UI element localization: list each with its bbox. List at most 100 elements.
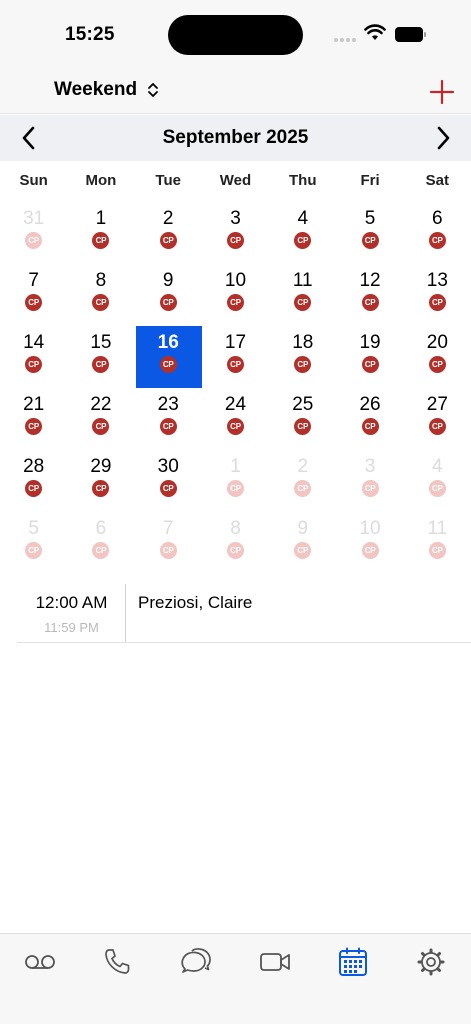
calendar-day[interactable]: 6 CP — [67, 512, 134, 574]
calendar-day[interactable]: 9 CP — [135, 264, 202, 326]
day-number: 31 — [23, 208, 45, 229]
tab-settings[interactable] — [414, 946, 448, 978]
chevron-up-down-icon — [148, 83, 158, 97]
calendar-day[interactable]: 9 CP — [269, 512, 336, 574]
weekday-label: Thu — [289, 172, 317, 189]
calendar-day[interactable]: 5 CP — [336, 202, 403, 264]
weekday-label: Sun — [19, 172, 48, 189]
calendar-day[interactable]: 10 CP — [202, 264, 269, 326]
event-badge: CP — [92, 294, 110, 311]
calendar-day[interactable]: 6 CP — [404, 202, 471, 264]
event-badge: CP — [25, 356, 43, 373]
calendar-day[interactable]: 11 CP — [269, 264, 336, 326]
calendar-day[interactable]: 20 CP — [404, 326, 471, 388]
event-title: Preziosi, Claire — [138, 593, 253, 612]
calendar-day[interactable]: 21 CP — [0, 388, 67, 450]
calendar-day[interactable]: 11 CP — [404, 512, 471, 574]
cellular-signal-icon — [334, 38, 356, 42]
calendar-day[interactable]: 19 CP — [336, 326, 403, 388]
view-mode-selector[interactable]: Weekend — [54, 79, 159, 101]
calendar-day[interactable]: 3 CP — [202, 202, 269, 264]
event-badge: CP — [25, 418, 43, 435]
event-badge: CP — [294, 232, 312, 249]
calendar-day[interactable]: 13 CP — [404, 264, 471, 326]
dynamic-island — [168, 15, 303, 55]
calendar-day[interactable]: 29 CP — [67, 450, 134, 512]
day-number: 16 — [157, 332, 179, 353]
day-number: 24 — [224, 394, 247, 415]
calendar-day[interactable]: 1 CP — [202, 450, 269, 512]
settings-icon — [417, 948, 445, 976]
calendar-day[interactable]: 4 CP — [404, 450, 471, 512]
event-divider — [125, 584, 126, 642]
calendar-day[interactable]: 22 CP — [67, 388, 134, 450]
tab-messages[interactable] — [179, 946, 213, 978]
day-number: 22 — [90, 394, 112, 415]
tab-voicemail[interactable] — [23, 946, 57, 978]
event-badge: CP — [159, 356, 177, 373]
calendar-day[interactable]: 17 CP — [202, 326, 269, 388]
event-end-time: 11:59 PM — [44, 620, 99, 635]
status-time: 15:25 — [65, 24, 115, 45]
next-month-button[interactable] — [430, 125, 456, 151]
calendar-day[interactable]: 8 CP — [67, 264, 134, 326]
calendar-day[interactable]: 8 CP — [202, 512, 269, 574]
event-start-time: 12:00 AM — [35, 593, 108, 612]
calendar-day[interactable]: 26 CP — [336, 388, 403, 450]
calendar-day[interactable]: 2 CP — [269, 450, 336, 512]
month-title: September 2025 — [162, 127, 309, 148]
calendar-day[interactable]: 2 CP — [135, 202, 202, 264]
calendar-day[interactable]: 3 CP — [336, 450, 403, 512]
event-badge: CP — [159, 480, 177, 497]
calendar-day[interactable]: 12 CP — [336, 264, 403, 326]
tab-bar — [0, 933, 471, 1024]
calendar-day[interactable]: 30 CP — [135, 450, 202, 512]
video-icon — [260, 953, 290, 971]
calendar-day-selected[interactable]: 16 CP — [135, 326, 202, 388]
calendar-day[interactable]: 28 CP — [0, 450, 67, 512]
calendar-day[interactable]: 7 CP — [135, 512, 202, 574]
calendar-day[interactable]: 23 CP — [135, 388, 202, 450]
day-number: 23 — [157, 394, 179, 415]
calendar-day[interactable]: 4 CP — [269, 202, 336, 264]
tab-video[interactable] — [258, 946, 292, 978]
calendar-day[interactable]: 1 CP — [67, 202, 134, 264]
calendar-day[interactable]: 10 CP — [336, 512, 403, 574]
event-badge: CP — [92, 542, 110, 559]
calendar-day[interactable]: 31 CP — [0, 202, 67, 264]
calendar-day[interactable]: 24 CP — [202, 388, 269, 450]
day-number: 10 — [224, 270, 247, 291]
event-row[interactable]: 12:00 AM 11:59 PM Preziosi, Claire — [17, 584, 471, 643]
event-badge: CP — [361, 294, 379, 311]
day-number: 11 — [292, 270, 313, 291]
day-number: 4 — [432, 456, 443, 477]
day-number: 28 — [23, 456, 45, 477]
tab-calls[interactable] — [100, 946, 134, 978]
day-number: 2 — [162, 208, 174, 229]
day-number: 15 — [90, 332, 112, 353]
event-badge: CP — [226, 480, 244, 497]
tab-calendar[interactable] — [336, 946, 370, 978]
event-badge: CP — [361, 542, 379, 559]
calendar-day[interactable]: 27 CP — [404, 388, 471, 450]
calendar-grid: 31 CP 1 CP 2 CP 3 CP 4 CP 5 CP 6 CP 7 CP 8 CP 9 CP 10 CP 11 CP 1… — [0, 202, 471, 574]
day-number: 6 — [95, 518, 107, 539]
calendar-day[interactable]: 18 CP — [269, 326, 336, 388]
add-event-button[interactable] — [428, 78, 456, 106]
calendar-day[interactable]: 7 CP — [0, 264, 67, 326]
day-number: 7 — [162, 518, 174, 539]
calendar-day[interactable]: 25 CP — [269, 388, 336, 450]
calendar-day[interactable]: 14 CP — [0, 326, 67, 388]
event-badge: CP — [25, 294, 43, 311]
event-badge: CP — [92, 232, 110, 249]
event-badge: CP — [159, 418, 177, 435]
day-number: 6 — [432, 208, 443, 229]
event-badge: CP — [92, 480, 110, 497]
day-number: 20 — [426, 332, 448, 353]
weekday-label: Fri — [360, 172, 380, 189]
event-badge: CP — [294, 294, 312, 311]
day-number: 1 — [230, 456, 241, 477]
calendar-day[interactable]: 5 CP — [0, 512, 67, 574]
calendar-day[interactable]: 15 CP — [67, 326, 134, 388]
event-badge: CP — [294, 480, 312, 497]
